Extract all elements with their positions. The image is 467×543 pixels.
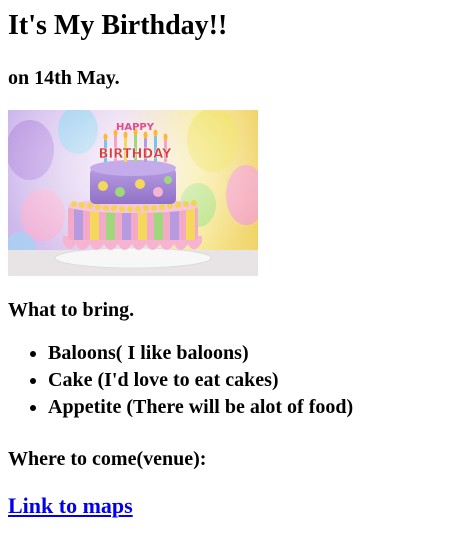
page-title: It's My Birthday!! xyxy=(8,10,228,41)
maps-link[interactable]: Link to maps xyxy=(8,493,133,519)
birthday-date: on 14th May. xyxy=(8,67,120,89)
birthday-cake-image: HAPPY BIRTHDAY xyxy=(8,110,258,276)
venue-heading: Where to come(venue): xyxy=(8,448,207,470)
list-item: Appetite (There will be alot of food) xyxy=(48,394,459,421)
svg-text:BIRTHDAY: BIRTHDAY xyxy=(99,147,173,162)
list-item: Baloons( I like baloons) xyxy=(48,340,459,367)
page: It's My Birthday!! on 14th May. HAPPY BI… xyxy=(0,0,467,519)
bring-list: Baloons( I like baloons) Cake (I'd love … xyxy=(8,340,459,421)
what-to-bring-heading: What to bring. xyxy=(8,299,135,321)
list-item: Cake (I'd love to eat cakes) xyxy=(48,367,459,394)
svg-text:HAPPY: HAPPY xyxy=(116,122,155,133)
